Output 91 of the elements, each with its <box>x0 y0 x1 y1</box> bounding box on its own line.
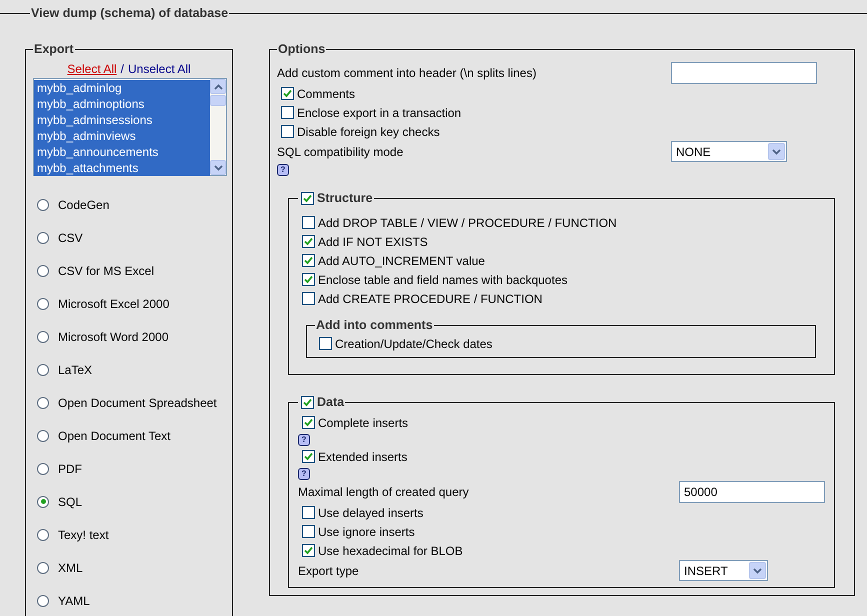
radio-button[interactable] <box>37 594 49 606</box>
checkbox[interactable] <box>302 416 315 429</box>
radio-button[interactable] <box>37 562 49 574</box>
format-label: Open Document Text <box>58 428 171 442</box>
checkbox[interactable] <box>302 292 315 305</box>
option-label: Add AUTO_INCREMENT value <box>318 254 485 268</box>
checkbox[interactable] <box>302 544 315 557</box>
comment-field[interactable] <box>671 62 817 84</box>
option-label: Use ignore inserts <box>318 524 415 538</box>
option-label: Comments <box>297 86 356 100</box>
caret-down-icon <box>772 148 781 154</box>
checkbox[interactable] <box>281 125 294 138</box>
format-label: Microsoft Excel 2000 <box>58 296 170 310</box>
caret-down-icon <box>214 164 222 170</box>
select-all-link[interactable]: Select All <box>67 62 117 76</box>
format-label: YAML <box>58 594 90 608</box>
radio-button[interactable] <box>37 496 49 508</box>
option-label: Add DROP TABLE / VIEW / PROCEDURE / FUNCTION <box>318 216 617 230</box>
help-icon[interactable]: ? <box>298 468 310 480</box>
checkbox[interactable] <box>302 450 315 463</box>
panel-title: View dump (schema) of database <box>30 6 230 20</box>
format-label: Microsoft Word 2000 <box>58 330 168 344</box>
radio-button[interactable] <box>37 462 49 474</box>
checkbox[interactable] <box>301 192 314 204</box>
table-item[interactable]: mybb_adminsessions <box>34 112 210 128</box>
query-length-field[interactable]: 50000 <box>679 481 825 503</box>
help-icon[interactable]: ? <box>277 164 289 176</box>
scroll-up-button[interactable] <box>210 79 226 94</box>
option-label: Enclose export in a transaction <box>297 106 462 120</box>
checkbox[interactable] <box>302 216 315 229</box>
format-label: Texy! text <box>58 528 109 542</box>
format-label: Open Document Spreadsheet <box>58 396 217 410</box>
option-label: Use delayed inserts <box>318 506 424 520</box>
checkbox[interactable] <box>302 235 315 248</box>
option-label: Use hexadecimal for BLOB <box>318 544 463 558</box>
option-label: SQL compatibility mode <box>277 144 404 158</box>
checkbox[interactable] <box>281 106 294 119</box>
radio-button[interactable] <box>37 430 49 442</box>
option-label: Add CREATE PROCEDURE / FUNCTION <box>318 292 542 306</box>
option-label: Creation/Update/Check dates <box>335 336 492 350</box>
table-item[interactable]: mybb_announcements <box>34 144 210 160</box>
table-item[interactable]: mybb_attachments <box>34 160 210 176</box>
radio-button[interactable] <box>37 232 49 244</box>
checkbox[interactable] <box>302 273 315 286</box>
separator: / <box>120 62 124 76</box>
scroll-thumb[interactable] <box>210 95 226 106</box>
format-label: LaTeX <box>58 362 92 376</box>
option-label: Disable foreign key checks <box>297 124 440 138</box>
option-label: Maximal length of created query <box>298 485 470 499</box>
checkbox[interactable] <box>302 506 315 519</box>
table-listbox[interactable]: mybb_adminlog mybb_adminoptions mybb_adminsessions mybb_adminviews mybb_announcements mybb_attachments <box>33 78 227 176</box>
checkbox[interactable] <box>319 337 332 350</box>
format-label: SQL <box>58 494 82 508</box>
option-label: Enclose table and field names with backquotes <box>318 272 568 286</box>
caret-up-icon <box>214 84 222 90</box>
panel-title: Export <box>33 42 75 56</box>
table-item[interactable]: mybb_adminlog <box>34 80 210 96</box>
unselect-all-link[interactable]: Unselect All <box>128 62 191 76</box>
radio-button[interactable] <box>37 330 49 342</box>
format-label: CSV <box>58 230 83 244</box>
help-icon[interactable]: ? <box>298 434 310 446</box>
option-label: Add custom comment into header (\n splits lines) <box>277 66 538 80</box>
compatibility-dropdown[interactable]: NONE <box>671 141 787 162</box>
radio-button[interactable] <box>37 528 49 540</box>
format-label: CSV for MS Excel <box>58 264 154 278</box>
panel-title: Add into comments <box>315 318 434 332</box>
checkbox[interactable] <box>302 525 315 538</box>
checkbox[interactable] <box>281 87 294 100</box>
format-label: PDF <box>58 462 82 476</box>
scrollbar[interactable] <box>210 79 226 175</box>
caret-down-icon <box>753 568 762 574</box>
panel-title: Options <box>277 42 326 56</box>
radio-button[interactable] <box>37 198 49 210</box>
format-label: XML <box>58 560 83 574</box>
checkbox[interactable] <box>302 254 315 267</box>
option-label: Complete inserts <box>318 416 408 430</box>
checkbox[interactable] <box>301 396 314 408</box>
option-label: Export type <box>298 564 360 578</box>
radio-button[interactable] <box>37 264 49 276</box>
option-label: Extended inserts <box>318 450 408 464</box>
option-label: Add IF NOT EXISTS <box>318 234 428 248</box>
panel-title: Data <box>317 395 344 409</box>
radio-button[interactable] <box>37 298 49 310</box>
radio-button[interactable] <box>37 364 49 376</box>
scroll-down-button[interactable] <box>210 160 226 175</box>
format-label: CodeGen <box>58 198 110 212</box>
export-type-dropdown[interactable]: INSERT <box>679 560 768 581</box>
radio-button[interactable] <box>37 396 49 408</box>
table-item[interactable]: mybb_adminviews <box>34 128 210 144</box>
panel-title: Structure <box>317 191 373 205</box>
table-item[interactable]: mybb_adminoptions <box>34 96 210 112</box>
